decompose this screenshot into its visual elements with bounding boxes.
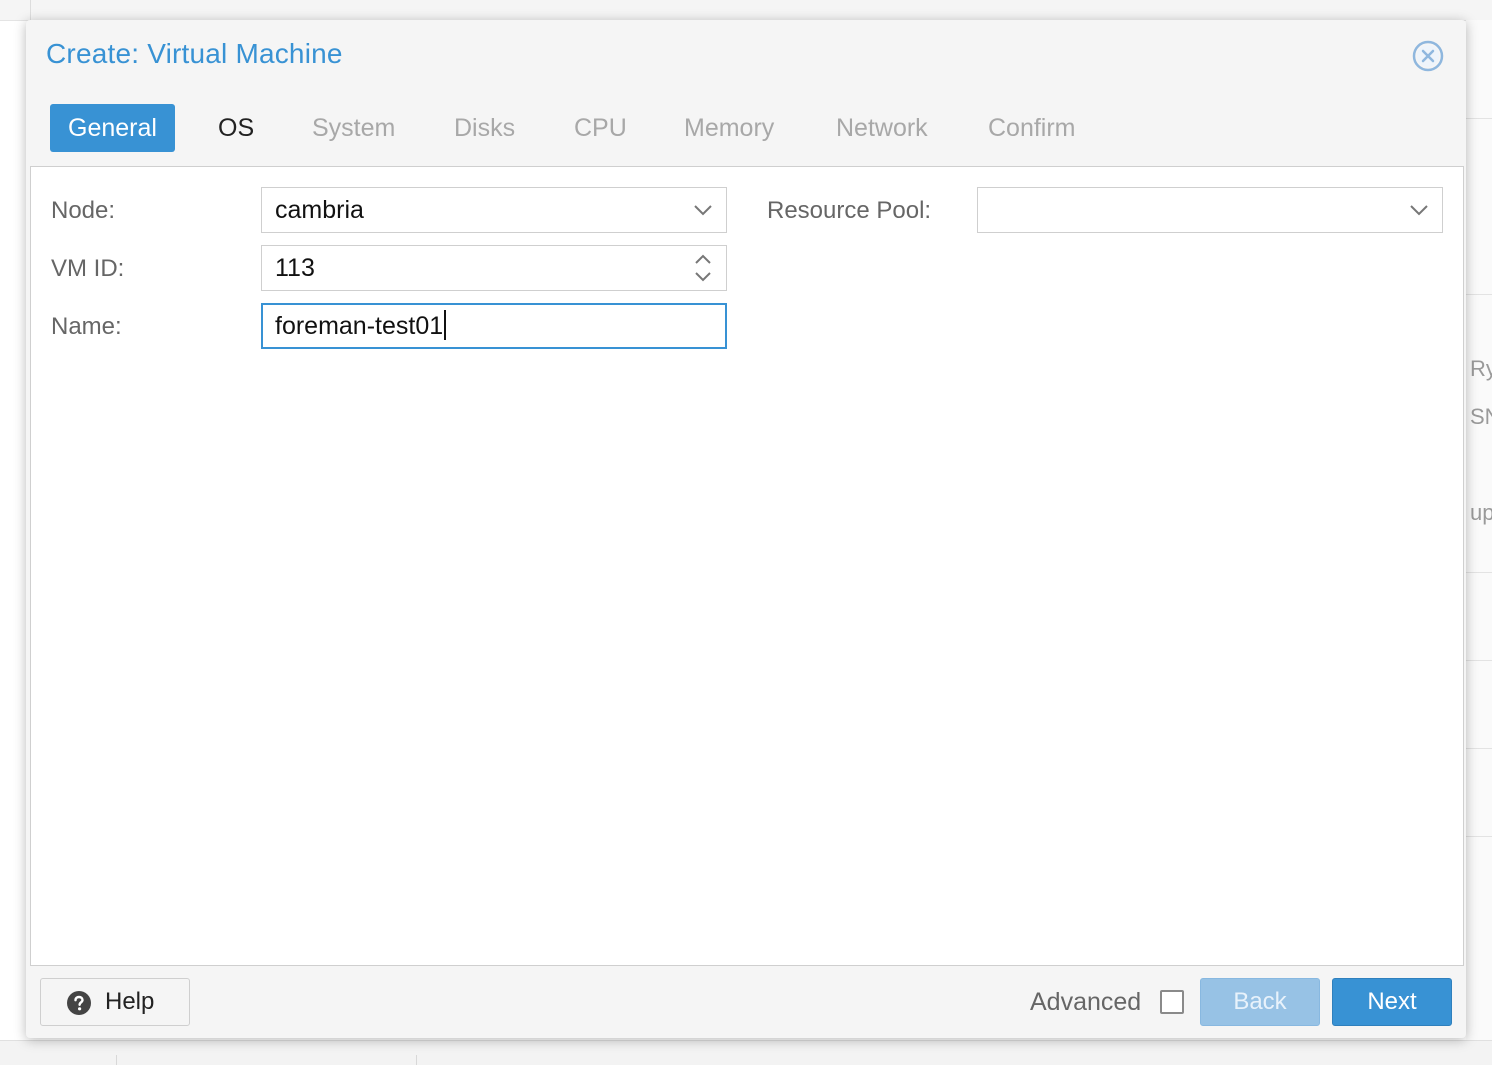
vmid-value: 113 <box>275 254 315 282</box>
text-caret <box>444 310 447 341</box>
vmid-label: VM ID: <box>51 255 125 282</box>
chevron-down-icon[interactable] <box>690 188 716 232</box>
background-divider <box>1466 572 1492 573</box>
back-button[interactable]: Back <box>1200 978 1320 1026</box>
name-value: foreman-test01 <box>275 312 444 340</box>
resource-pool-select[interactable] <box>977 187 1443 233</box>
tab-os[interactable]: OS <box>218 104 254 152</box>
spinner-arrows-icon[interactable] <box>690 246 716 290</box>
background-divider <box>1466 294 1492 295</box>
background-toolbar <box>0 0 1492 21</box>
tab-confirm[interactable]: Confirm <box>988 104 1076 152</box>
tab-network[interactable]: Network <box>836 104 928 152</box>
node-label: Node: <box>51 197 116 224</box>
tab-system[interactable]: System <box>312 104 395 152</box>
dialog-title: Create: Virtual Machine <box>46 38 343 69</box>
background-text: up <box>1470 500 1492 525</box>
next-button[interactable]: Next <box>1332 978 1452 1026</box>
chevron-down-icon[interactable] <box>1406 188 1432 232</box>
background-divider <box>1466 118 1492 119</box>
help-label: Help <box>105 988 155 1015</box>
node-value: cambria <box>275 196 364 224</box>
create-vm-dialog: Create: Virtual Machine General OS Syste… <box>26 20 1466 1038</box>
name-input[interactable]: foreman-test01 <box>261 303 727 349</box>
general-panel: Node: cambria VM ID: 113 Name: foreman-t… <box>30 166 1464 966</box>
background-text: SN <box>1470 404 1492 429</box>
help-button[interactable]: Help <box>40 978 190 1026</box>
background-divider <box>1466 836 1492 837</box>
background-divider <box>1466 748 1492 749</box>
name-label: Name: <box>51 313 122 340</box>
background-divider <box>1466 660 1492 661</box>
node-select[interactable]: cambria <box>261 187 727 233</box>
resource-pool-label: Resource Pool: <box>767 197 932 224</box>
background-text: Ry <box>1470 356 1492 381</box>
question-circle-icon <box>67 991 91 1015</box>
close-button[interactable] <box>1412 40 1444 72</box>
tab-disks[interactable]: Disks <box>454 104 515 152</box>
tab-memory[interactable]: Memory <box>684 104 774 152</box>
tab-general[interactable]: General <box>50 104 175 152</box>
close-circle-icon <box>1412 40 1444 72</box>
background-statusbar <box>0 1040 1492 1065</box>
dialog-footer: Help Advanced Back Next <box>26 966 1466 1038</box>
background-panel <box>1466 20 1492 1064</box>
background-separator <box>30 0 31 20</box>
advanced-label: Advanced <box>1030 988 1142 1016</box>
tab-cpu[interactable]: CPU <box>574 104 627 152</box>
vmid-spinner[interactable]: 113 <box>261 245 727 291</box>
advanced-checkbox[interactable] <box>1160 990 1184 1014</box>
